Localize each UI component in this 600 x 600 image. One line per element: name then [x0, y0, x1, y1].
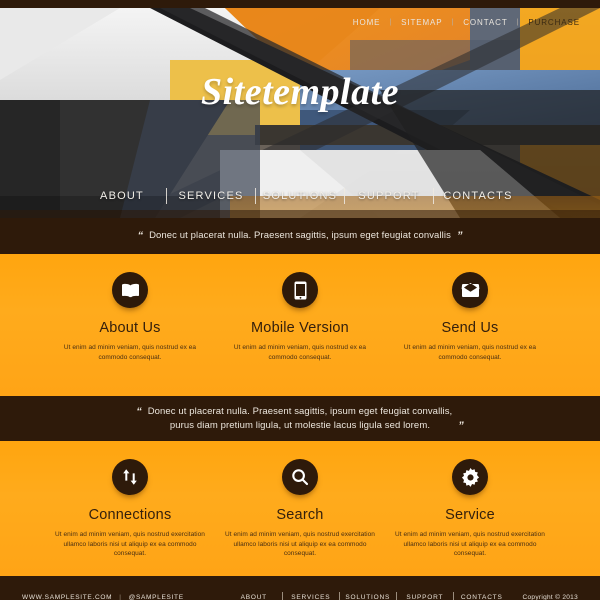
- feature-card-send-us[interactable]: Send Us Ut enim ad minim veniam, quis no…: [385, 272, 555, 362]
- quote-banner-top: “ Donec ut placerat nulla. Praesent sagi…: [0, 218, 600, 254]
- gear-icon: [452, 459, 488, 495]
- quote-text: Donec ut placerat nulla. Praesent sagitt…: [149, 230, 451, 241]
- footer-nav-divider: [338, 592, 340, 600]
- site-logo[interactable]: Sitetemplate: [0, 70, 600, 114]
- main-nav-item-solutions[interactable]: SOLUTIONS: [256, 190, 344, 202]
- envelope-icon: [452, 272, 488, 308]
- quote-close-mark: ”: [456, 230, 463, 242]
- feature-card-mobile-version[interactable]: Mobile Version Ut enim ad minim veniam, …: [215, 272, 385, 362]
- main-nav-item-support[interactable]: SUPPORT: [345, 190, 433, 202]
- quote-line-1: Donec ut placerat nulla. Praesent sagitt…: [147, 405, 453, 417]
- top-nav-item-purchase[interactable]: PURCHASE: [528, 18, 580, 27]
- feature-card-connections[interactable]: Connections Ut enim ad minim veniam, qui…: [45, 459, 215, 559]
- feature-title: Mobile Version: [251, 320, 349, 336]
- nav-divider: [255, 188, 256, 204]
- top-nav-item-home[interactable]: HOME: [353, 18, 381, 27]
- quote-line-2: purus diam pretium ligula, ut molestie l…: [169, 419, 431, 431]
- footer-nav-item-support[interactable]: SUPPORT: [397, 594, 453, 600]
- nav-divider: [166, 188, 167, 204]
- quote-text: Donec ut placerat nulla. Praesent sagitt…: [148, 405, 453, 433]
- feature-title: Connections: [88, 507, 172, 523]
- feature-card-service[interactable]: Service Ut enim ad minim veniam, quis no…: [385, 459, 555, 559]
- feature-body: Ut enim ad minim veniam, quis nostrud ex…: [403, 344, 537, 361]
- top-nav-separator: |: [451, 19, 455, 26]
- feature-body: Ut enim ad minim veniam, quis nostrud ex…: [55, 531, 205, 557]
- feature-body: Ut enim ad minim veniam, quis nostrud ex…: [233, 344, 367, 361]
- footer-separator: |: [119, 593, 122, 600]
- footer-social-handle[interactable]: @SAMPLESITE: [129, 594, 184, 600]
- footer-nav-divider: [452, 592, 454, 600]
- feature-card-about-us[interactable]: About Us Ut enim ad minim veniam, quis n…: [45, 272, 215, 362]
- mobile-phone-icon: [282, 272, 318, 308]
- footer-nav-item-services[interactable]: SERVICES: [283, 594, 339, 600]
- main-nav-item-services[interactable]: SERVICES: [167, 190, 255, 202]
- feature-body: Ut enim ad minim veniam, quis nostrud ex…: [63, 344, 197, 361]
- feature-card-search[interactable]: Search Ut enim ad minim veniam, quis nos…: [215, 459, 385, 559]
- feature-body: Ut enim ad minim veniam, quis nostrud ex…: [395, 531, 545, 557]
- nav-divider: [433, 188, 434, 204]
- top-nav-item-sitemap[interactable]: SITEMAP: [401, 18, 442, 27]
- book-icon: [112, 272, 148, 308]
- top-nav-item-contact[interactable]: CONTACT: [463, 18, 507, 27]
- copyright-text: Copyright © 2013: [522, 593, 578, 600]
- footer-nav-item-solutions[interactable]: SOLUTIONS: [340, 594, 396, 600]
- search-icon: [282, 459, 318, 495]
- quote-banner-middle: “ Donec ut placerat nulla. Praesent sagi…: [0, 396, 600, 441]
- nav-divider: [344, 188, 345, 204]
- feature-title: Service: [445, 507, 495, 523]
- features-section-one: About Us Ut enim ad minim veniam, quis n…: [0, 254, 600, 396]
- quote-close-mark: ”: [458, 419, 464, 432]
- top-nav-separator: |: [389, 19, 393, 26]
- main-nav-item-about[interactable]: ABOUT: [78, 190, 166, 202]
- top-nav-separator: |: [516, 19, 520, 26]
- features-section-two: Connections Ut enim ad minim veniam, qui…: [0, 441, 600, 576]
- main-navigation[interactable]: ABOUT SERVICES SOLUTIONS SUPPORT CONTACT…: [0, 188, 600, 204]
- quote-open-mark: “: [136, 405, 142, 418]
- footer-website-link[interactable]: WWW.SAMPLESITE.COM: [22, 594, 112, 600]
- main-nav-item-contacts[interactable]: CONTACTS: [434, 190, 522, 202]
- footer-nav-divider: [395, 592, 397, 600]
- transfer-arrows-icon: [112, 459, 148, 495]
- footer-nav-divider: [281, 592, 283, 600]
- feature-title: About Us: [99, 320, 161, 336]
- footer-nav-item-about[interactable]: ABOUT: [226, 594, 282, 600]
- site-header: HOME | SITEMAP | CONTACT | PURCHASE Site…: [0, 0, 600, 218]
- site-footer: WWW.SAMPLESITE.COM | @SAMPLESITE ABOUT S…: [0, 576, 600, 600]
- feature-body: Ut enim ad minim veniam, quis nostrud ex…: [225, 531, 375, 557]
- page-root: HOME | SITEMAP | CONTACT | PURCHASE Site…: [0, 0, 600, 600]
- quote-open-mark: “: [137, 230, 144, 242]
- feature-title: Send Us: [441, 320, 499, 336]
- top-navigation[interactable]: HOME | SITEMAP | CONTACT | PURCHASE: [353, 18, 580, 27]
- feature-title: Search: [276, 507, 324, 523]
- footer-navigation[interactable]: ABOUT SERVICES SOLUTIONS SUPPORT CONTACT…: [226, 592, 510, 600]
- footer-nav-item-contacts[interactable]: CONTACTS: [454, 594, 510, 600]
